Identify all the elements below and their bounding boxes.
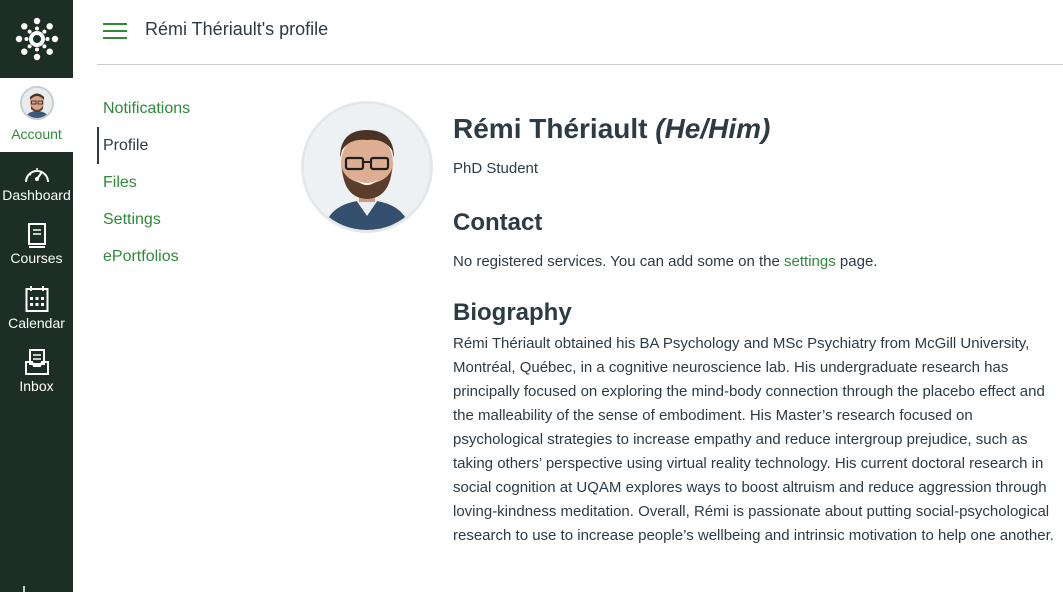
nav-courses-label: Courses bbox=[10, 250, 63, 266]
biography-text: Rémi Thériault obtained his BA Psycholog… bbox=[453, 335, 1054, 544]
profile-title: PhD Student bbox=[453, 160, 539, 177]
nav-inbox-label: Inbox bbox=[19, 378, 54, 394]
contact-text: No registered services. You can add some… bbox=[453, 252, 1058, 272]
profile-name: Rémi Thériault bbox=[453, 113, 648, 144]
profile-content: Rémi Thériault (He/Him) PhD Student Cont… bbox=[453, 112, 1058, 548]
nav-dashboard-label: Dashboard bbox=[2, 187, 71, 203]
dashboard-icon bbox=[24, 168, 49, 183]
section-nav-files[interactable]: Files bbox=[97, 164, 277, 201]
nav-calendar-label: Calendar bbox=[8, 315, 65, 331]
page-header: Rémi Thériault's profile bbox=[97, 0, 1063, 65]
contact-text-after: page. bbox=[835, 253, 878, 270]
courses-icon bbox=[27, 223, 46, 248]
profile-pronouns: (He/Him) bbox=[655, 113, 771, 144]
nav-inbox[interactable]: Inbox bbox=[0, 340, 73, 402]
section-nav: Notifications Profile Files Settings ePo… bbox=[97, 90, 277, 275]
hamburger-menu-icon[interactable] bbox=[103, 21, 127, 41]
nav-account-label: Account bbox=[11, 126, 62, 142]
nav-account[interactable]: Account bbox=[0, 78, 73, 152]
profile-avatar bbox=[301, 101, 433, 233]
section-nav-profile[interactable]: Profile bbox=[97, 127, 277, 164]
contact-heading: Contact bbox=[453, 209, 543, 236]
canvas-logo-icon[interactable] bbox=[0, 0, 73, 78]
page-title: Rémi Thériault's profile bbox=[145, 19, 329, 39]
global-nav: Account Dashboard Courses Calendar Inbox bbox=[0, 0, 73, 592]
nav-courses[interactable]: Courses bbox=[0, 214, 73, 276]
nav-calendar[interactable]: Calendar bbox=[0, 277, 73, 339]
collapse-nav-icon[interactable] bbox=[18, 584, 30, 592]
section-nav-notifications[interactable]: Notifications bbox=[97, 90, 277, 127]
calendar-icon bbox=[25, 286, 48, 312]
section-nav-eportfolios[interactable]: ePortfolios bbox=[97, 238, 277, 275]
settings-link[interactable]: settings bbox=[784, 253, 836, 270]
inbox-icon bbox=[24, 349, 49, 375]
contact-text-before: No registered services. You can add some… bbox=[453, 253, 785, 270]
nav-dashboard[interactable]: Dashboard bbox=[0, 155, 73, 217]
biography-heading: Biography bbox=[453, 299, 572, 326]
section-nav-settings[interactable]: Settings bbox=[97, 201, 277, 238]
profile-name-heading: Rémi Thériault (He/Him) bbox=[453, 112, 1058, 146]
account-avatar bbox=[19, 86, 54, 120]
